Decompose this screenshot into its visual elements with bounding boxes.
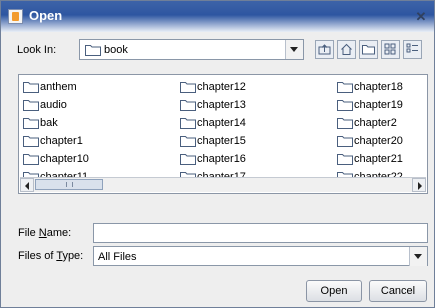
- file-list-item-label: audio: [40, 99, 67, 111]
- details-view-icon: [406, 43, 418, 53]
- folder-icon: [180, 81, 196, 96]
- folder-icon: [23, 117, 39, 132]
- file-list-item-label: chapter16: [197, 153, 246, 165]
- file-list-item-label: chapter2: [354, 117, 397, 129]
- folder-icon: [337, 99, 353, 114]
- look-in-combo[interactable]: book: [79, 39, 304, 60]
- look-in-value: book: [104, 44, 128, 56]
- scrollbar-thumb[interactable]: [35, 179, 103, 190]
- folder-icon: [23, 153, 39, 168]
- folder-icon: [180, 117, 196, 132]
- file-list-item-label: chapter21: [354, 153, 403, 165]
- home-icon: [341, 43, 352, 55]
- file-list-item-label: chapter14: [197, 117, 246, 129]
- scroll-left-button[interactable]: [20, 178, 34, 192]
- files-of-type-label: Files of Type:: [18, 250, 84, 262]
- file-list[interactable]: anthemaudiobakchapter1chapter10chapter11…: [18, 74, 428, 194]
- folder-icon: [337, 135, 353, 150]
- details-view-button[interactable]: [403, 40, 422, 59]
- file-name-label: File Name:: [18, 227, 72, 239]
- file-list-item-label: chapter18: [354, 81, 403, 93]
- list-view-button[interactable]: [381, 40, 400, 59]
- dialog-title: Open: [29, 8, 63, 23]
- scroll-right-button[interactable]: [412, 178, 426, 192]
- file-list-item-label: chapter15: [197, 135, 246, 147]
- cancel-button[interactable]: Cancel: [369, 280, 427, 302]
- horizontal-scrollbar[interactable]: [20, 177, 426, 192]
- file-list-item-label: anthem: [40, 81, 77, 93]
- look-in-label: Look In:: [17, 44, 57, 56]
- file-list-item-label: chapter13: [197, 99, 246, 111]
- chevron-down-icon[interactable]: [409, 247, 427, 266]
- new-folder-button[interactable]: [359, 40, 378, 59]
- folder-icon: [337, 117, 353, 132]
- list-view-icon: [384, 43, 396, 55]
- folder-icon: [337, 153, 353, 168]
- folder-icon: [180, 153, 196, 168]
- open-button[interactable]: Open: [306, 280, 362, 302]
- folder-icon: [23, 99, 39, 114]
- close-button[interactable]: ✕: [414, 10, 428, 24]
- chevron-down-icon[interactable]: [285, 40, 303, 59]
- files-of-type-value: All Files: [98, 251, 137, 263]
- file-list-item-label: chapter1: [40, 135, 83, 147]
- up-one-level-button[interactable]: [315, 40, 334, 59]
- file-list-item-label: chapter19: [354, 99, 403, 111]
- file-name-input[interactable]: [93, 223, 428, 243]
- new-folder-icon: [362, 45, 375, 55]
- home-button[interactable]: [337, 40, 356, 59]
- file-list-item-label: chapter12: [197, 81, 246, 93]
- folder-icon: [85, 44, 101, 59]
- folder-icon: [337, 81, 353, 96]
- folder-icon: [180, 135, 196, 150]
- files-of-type-combo[interactable]: All Files: [93, 246, 428, 266]
- java-app-icon: [8, 9, 23, 24]
- folder-icon: [23, 135, 39, 150]
- file-list-item-label: chapter20: [354, 135, 403, 147]
- open-dialog: Open ✕ Look In: book anthem audio bak chapt…: [0, 0, 435, 308]
- file-list-item-label: chapter10: [40, 153, 89, 165]
- folder-icon: [180, 99, 196, 114]
- up-one-level-icon: [318, 44, 331, 55]
- title-bar[interactable]: Open ✕: [1, 1, 434, 32]
- file-list-item-label: bak: [40, 117, 58, 129]
- folder-icon: [23, 81, 39, 96]
